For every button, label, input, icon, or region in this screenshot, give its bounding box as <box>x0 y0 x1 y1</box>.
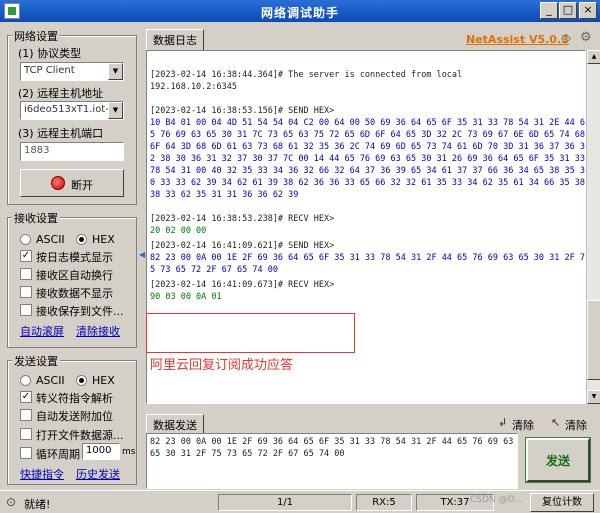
settings-icon[interactable]: ⚙ <box>580 30 592 45</box>
port-input[interactable]: 1883 <box>20 142 124 161</box>
log-entry-body: 90 03 00 0A 01 <box>150 292 222 302</box>
send-ascii-radio[interactable] <box>20 375 31 386</box>
scroll-up-icon[interactable]: ▲ <box>587 50 600 64</box>
tab-data-log[interactable]: 数据日志 <box>146 29 204 51</box>
cycle-input[interactable]: 1000 <box>82 443 120 460</box>
clear-button-1[interactable]: 清除 <box>512 417 534 433</box>
disconnect-label: 断开 <box>71 179 93 192</box>
receive-hex-radio[interactable] <box>76 234 87 245</box>
protocol-value: TCP Client <box>24 65 75 76</box>
receive-option-checkbox[interactable] <box>20 286 32 298</box>
disconnect-button[interactable]: 断开 <box>20 169 124 197</box>
close-button[interactable]: × <box>579 2 597 19</box>
clear-button-2[interactable]: 清除 <box>565 417 587 433</box>
cycle-label: 循环周期 <box>36 448 80 461</box>
log-entry: [2023-02-14 16:41:09.621]# SEND HEX> 82 … <box>150 240 585 276</box>
send-option-checkbox[interactable]: ✓ <box>20 391 32 403</box>
reset-count-button[interactable]: 复位计数 <box>530 493 594 512</box>
receive-option-label: 按日志模式显示 <box>36 251 113 264</box>
minimize-button[interactable]: _ <box>540 2 558 19</box>
receive-settings-title: 接收设置 <box>12 210 60 226</box>
receive-ascii-label: ASCII <box>36 233 65 246</box>
receive-option-checkbox[interactable] <box>20 304 32 316</box>
annotation-text: 阿里云回复订阅成功应答 <box>150 358 294 373</box>
send-hex-label: HEX <box>92 374 115 387</box>
history-link[interactable]: 历史发送 <box>76 466 120 482</box>
network-settings-title: 网络设置 <box>12 28 60 44</box>
chevron-down-icon[interactable]: ▼ <box>108 63 123 80</box>
send-button[interactable]: 发送 <box>525 437 591 483</box>
protocol-select[interactable]: TCP Client ▼ <box>20 62 124 81</box>
scroll-down-icon[interactable]: ▼ <box>587 390 600 404</box>
receive-hex-label: HEX <box>92 233 115 246</box>
rx-counter: RX:5 <box>356 494 412 511</box>
brand-label: NetAssist V5.0.3 <box>466 33 569 46</box>
send-option-checkbox[interactable] <box>20 409 32 421</box>
receive-option-label: 接收数据不显示 <box>36 287 113 300</box>
log-entry-header: [2023-02-14 16:38:53.156]# SEND HEX> <box>150 106 335 116</box>
host-value: i6deo513xT1.iot- <box>24 104 109 115</box>
send-option-checkbox[interactable] <box>20 428 32 440</box>
annotation-box <box>146 313 355 353</box>
port-label: (3) 远程主机端口 <box>18 127 104 140</box>
send-hex-radio[interactable] <box>76 375 87 386</box>
page-indicator: 1/1 <box>218 494 352 511</box>
log-entry: [2023-02-14 16:38:53.238]# RECV HEX> 20 … <box>150 213 585 237</box>
log-entry-body: 10 B4 01 00 04 4D 51 54 54 04 C2 00 64 0… <box>150 118 585 200</box>
watermark: CSDN @O... <box>470 495 523 505</box>
window-title: 网络调试助手 <box>260 6 339 20</box>
receive-option-label: 接收保存到文件... <box>36 305 124 318</box>
receive-option-label: 接收区自动换行 <box>36 269 113 282</box>
send-textarea[interactable]: 82 23 00 0A 00 1E 2F 69 36 64 65 6F 35 3… <box>146 433 518 489</box>
log-entry-header: [2023-02-14 16:38:53.238]# RECV HEX> <box>150 214 335 224</box>
panel-collapse-handle[interactable]: ◀ <box>139 250 145 266</box>
host-select[interactable]: i6deo513xT1.iot- ▼ <box>20 101 124 120</box>
log-entry-header: [2023-02-14 16:41:09.673]# RECV HEX> <box>150 280 335 290</box>
cycle-unit: ms <box>122 447 136 457</box>
status-text: 就绪! <box>24 498 51 511</box>
log-entry-body: 20 02 00 00 <box>150 226 207 236</box>
auto-scroll-link[interactable]: 自动滚屏 <box>20 323 64 339</box>
chevron-down-icon[interactable]: ▼ <box>108 102 123 119</box>
log-entry-header: [2023-02-14 16:41:09.621]# SEND HEX> <box>150 241 335 251</box>
clear-icon[interactable]: ↲ <box>498 416 507 429</box>
send-option-label: 转义符指令解析 <box>36 392 113 405</box>
send-ascii-label: ASCII <box>36 374 65 387</box>
log-entry: [2023-02-14 16:41:09.673]# RECV HEX> 90 … <box>150 279 585 303</box>
cycle-checkbox[interactable] <box>20 447 32 459</box>
status-icon: ⊙ <box>6 495 17 509</box>
disconnect-icon <box>51 176 65 190</box>
send-settings-title: 发送设置 <box>12 353 60 369</box>
log-entry: [2023-02-14 16:38:53.156]# SEND HEX> 10 … <box>150 105 585 201</box>
send-option-label: 自动发送附加位 <box>36 410 113 423</box>
receive-option-checkbox[interactable]: ✓ <box>20 250 32 262</box>
log-scrollbar[interactable]: ▲ ▼ <box>586 50 600 404</box>
protocol-label: (1) 协议类型 <box>18 47 82 60</box>
status-bar: ⊙ 就绪! 1/1 RX:5 TX:37 CSDN @O... 复位计数 <box>0 490 600 513</box>
clear-icon[interactable]: ↖ <box>551 416 560 429</box>
scroll-thumb[interactable] <box>587 300 600 380</box>
log-entry-header: [2023-02-14 16:38:44.364]# The server is… <box>150 70 463 80</box>
receive-ascii-radio[interactable] <box>20 234 31 245</box>
host-label: (2) 远程主机地址 <box>18 87 104 100</box>
log-entry-body: 82 23 00 0A 00 1E 2F 69 36 64 65 6F 35 3… <box>150 253 585 275</box>
log-entry-body: 192.168.10.2:6345 <box>150 82 237 92</box>
title-bar: 网络调试助手 _ □ × <box>0 0 600 22</box>
clear-receive-link[interactable]: 清除接收 <box>76 323 120 339</box>
log-entry: [2023-02-14 16:38:44.364]# The server is… <box>150 69 585 93</box>
send-option-label: 打开文件数据源... <box>36 429 124 442</box>
gem-icon[interactable]: ◇ <box>561 31 571 46</box>
receive-option-checkbox[interactable] <box>20 268 32 280</box>
shortcut-link[interactable]: 快捷指令 <box>20 466 64 482</box>
maximize-button[interactable]: □ <box>559 2 577 19</box>
